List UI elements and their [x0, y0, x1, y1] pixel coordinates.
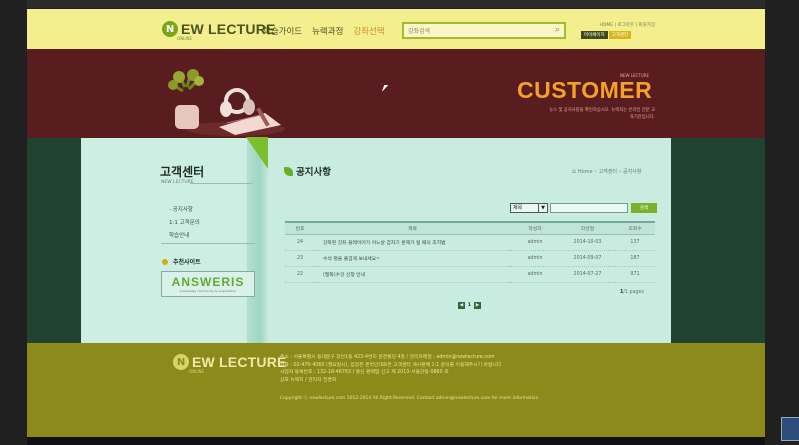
page-title-text: 공지사항	[296, 167, 331, 178]
page-count-total: /1 pages	[623, 290, 645, 295]
breadcrumb-notice: 공지사항	[622, 169, 642, 175]
row-views: 187	[615, 250, 655, 267]
nav-courses[interactable]: 뉴렉과정	[312, 25, 343, 37]
browser-viewport: { "header": { "logo_mark": "N", "logo_te…	[0, 0, 799, 445]
notice-table: 번호 제목 작성자 작성일 조회수 24 강좌된 강좌 플레이어가 어느날 갑자…	[285, 221, 655, 283]
mypage-button[interactable]: 마이페이지	[581, 31, 608, 39]
footer-logo-n-icon: N	[173, 354, 189, 370]
footer-logo: N EW LECTURE	[173, 354, 287, 370]
main-nav: 학습가이드 뉴렉과정 강좌선택	[263, 25, 385, 37]
col-title: 제목	[408, 226, 417, 232]
customer-center-button[interactable]: 고객센터	[608, 31, 632, 39]
answeris-tagline: knowledge community & cooperation	[179, 289, 237, 293]
sidebar-item-inquiry[interactable]: 1:1 고객문의	[169, 217, 200, 230]
row-title-link[interactable]: 수석 명을 즐겁게 보내세요~	[315, 250, 510, 267]
bullet-icon	[162, 258, 168, 265]
quick-buttons: 마이페이지 고객센터	[581, 31, 632, 39]
sidebar-subtitle: NEW LECTURE	[161, 180, 194, 185]
taskbar-icon[interactable]	[781, 417, 799, 441]
logo-text: EW LECTURE	[181, 21, 276, 37]
util-links[interactable]: HOME | 로그아웃 | 회원가입	[587, 22, 655, 28]
row-views: 971	[615, 266, 655, 283]
field-select-value: 제목	[513, 205, 523, 211]
sidebar-divider	[190, 183, 253, 184]
col-views: 조회수	[628, 226, 642, 232]
search-input[interactable]: 강좌검색	[408, 26, 430, 35]
table-row[interactable]: 24 강좌된 강좌 플레이어가 어느날 갑자기 문제가 될 때의 조치법 adm…	[285, 234, 655, 251]
sidebar-item-notice[interactable]: - 공지사항	[169, 204, 200, 217]
footer-info-line: 상호 뉴렉처 / 관리자 전경화	[280, 377, 337, 383]
row-number: 22	[285, 266, 315, 283]
row-title-link[interactable]: (필독)수강 신청 안내	[315, 266, 510, 283]
logo-subtitle: ONLINE	[177, 36, 193, 41]
footer-info: 주소 : 서울특별시 동대문구 장안1동 423-4번지 문천빌딩 4층 / 관…	[280, 354, 501, 384]
footer-info-line: 주소 : 서울특별시 동대문구 장안1동 423-4번지 문천빌딩 4층 / 관…	[280, 355, 495, 360]
page-number[interactable]: 1	[466, 302, 473, 309]
row-author: admin	[510, 234, 560, 251]
row-date: 2014-07-27	[560, 266, 615, 283]
col-date: 작성일	[580, 226, 595, 232]
field-select[interactable]: 제목 ▼	[510, 203, 548, 213]
leaf-icon	[284, 166, 293, 176]
footer-logo-subtitle: ONLINE	[189, 369, 205, 374]
nav-course-select[interactable]: 강좌선택	[353, 25, 384, 37]
col-author: 작성자	[528, 226, 542, 232]
col-number: 번호	[295, 226, 305, 232]
search-filter: 제목 ▼ 검색	[510, 203, 657, 213]
page-title: 공지사항	[284, 164, 331, 178]
breadcrumb-home[interactable]: Home	[578, 169, 593, 175]
footer-logo-text: EW LECTURE	[192, 354, 287, 370]
row-author: admin	[510, 250, 560, 267]
banner-description: 뉴스 및 공지사항을 확인하십시오. 뉴렉처는 온라인 전문 교육기관입니다.	[549, 108, 655, 120]
nav-study-guide[interactable]: 학습가이드	[263, 25, 302, 37]
table-header-row: 번호 제목 작성자 작성일 조회수	[285, 222, 655, 234]
row-number: 24	[285, 234, 315, 251]
site-header: N EW LECTURE ONLINE 학습가이드 뉴렉과정 강좌선택 강좌검색…	[27, 9, 765, 49]
banner-title: CUSTOMER	[517, 77, 653, 103]
search-icon[interactable]: ⌕	[555, 25, 560, 35]
site-logo[interactable]: N EW LECTURE	[162, 21, 276, 37]
breadcrumb: ⌂ Home › 고객센터 › 공지사항	[572, 168, 642, 175]
hero-banner: NEW LECTURE CUSTOMER 뉴스 및 공지사항을 확인하십시오. …	[27, 49, 765, 138]
home-icon: ⌂	[572, 168, 576, 175]
pagination: ◀ 1 ▶	[458, 302, 481, 309]
search-box[interactable]: 강좌검색 ⌕	[402, 22, 566, 39]
answeris-logo: ANSWERIS	[171, 275, 245, 289]
plant-headphones-illustration	[168, 69, 285, 136]
row-date: 2014-10-03	[560, 234, 615, 251]
page-fold-shadow	[247, 138, 269, 343]
sidebar-divider-2	[161, 243, 255, 244]
breadcrumb-customer[interactable]: 고객센터	[599, 168, 617, 175]
search-button[interactable]: 검색	[631, 203, 657, 213]
prev-page-button[interactable]: ◀	[458, 302, 465, 309]
recommended-sites-heading: 추천사이트	[162, 257, 201, 266]
sidebar-menu: - 공지사항 1:1 고객문의 학습안내	[169, 204, 200, 243]
footer-info-line: 전화 : 02-470-4060 (월요일시), 입장은 온라인대로은 고객센터…	[280, 362, 502, 368]
sidebar-item-guide[interactable]: 학습안내	[169, 230, 200, 243]
table-row[interactable]: 23 수석 명을 즐겁게 보내세요~ admin 2014-09-07 187	[285, 250, 655, 267]
page-count: 1/1 pages	[620, 290, 644, 295]
row-views: 137	[615, 234, 655, 251]
row-title-link[interactable]: 강좌된 강좌 플레이어가 어느날 갑자기 문제가 될 때의 조치법	[315, 234, 510, 251]
keyword-input[interactable]	[550, 203, 628, 213]
row-number: 23	[285, 250, 315, 267]
logo-n-icon: N	[162, 21, 178, 37]
chevron-down-icon[interactable]: ▼	[538, 204, 547, 212]
sidebar-title: 고객센터	[160, 165, 205, 179]
browser-bottom-strip	[27, 437, 765, 445]
copyright: Copyright ⓒ newlecture.com 2012-2014 All…	[280, 396, 539, 401]
recommended-label: 추천사이트	[173, 259, 201, 266]
footer-info-line: 사업자 등록번호 : 132-18-46763 / 통신 판매업 신고 제 20…	[280, 370, 449, 375]
table-row[interactable]: 22 (필독)수강 신청 안내 admin 2014-07-27 971	[285, 266, 655, 283]
row-date: 2014-09-07	[560, 250, 615, 267]
next-page-button[interactable]: ▶	[474, 302, 481, 309]
answeris-banner[interactable]: ANSWERIS knowledge community & cooperati…	[161, 271, 255, 297]
row-author: admin	[510, 266, 560, 283]
browser-top-strip	[27, 0, 765, 8]
